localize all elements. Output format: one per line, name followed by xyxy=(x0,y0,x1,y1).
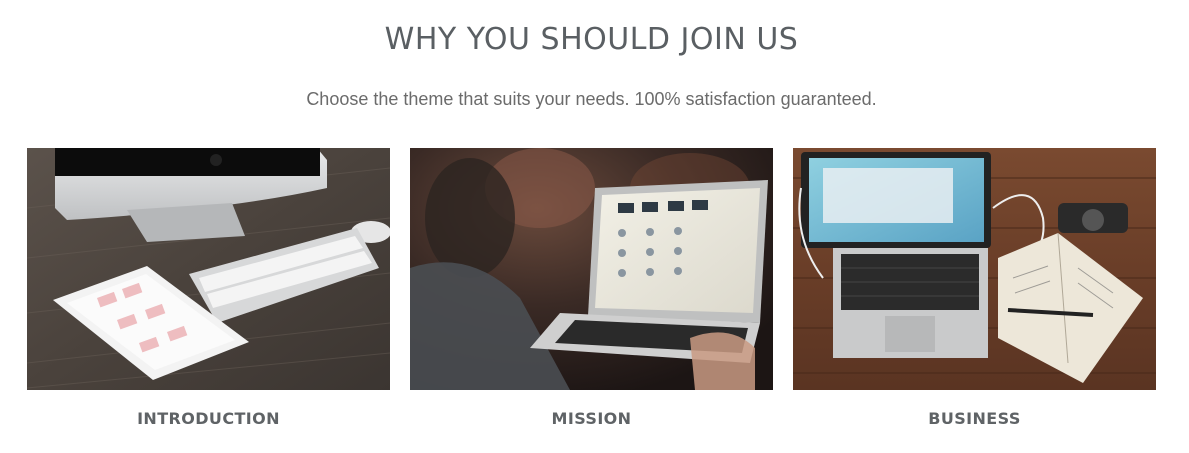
business-image[interactable] xyxy=(793,148,1156,390)
why-join-section: WHY YOU SHOULD JOIN US Choose the theme … xyxy=(0,0,1189,453)
introduction-image[interactable] xyxy=(27,148,390,390)
feature-card-mission[interactable]: MISSION xyxy=(410,148,773,428)
section-title: WHY YOU SHOULD JOIN US xyxy=(384,22,799,57)
feature-card-business[interactable]: BUSINESS xyxy=(793,148,1156,428)
feature-cards: INTRODUCTION MISSION BUSINESS xyxy=(27,148,1157,448)
section-subtitle: Choose the theme that suits your needs. … xyxy=(306,89,877,109)
feature-card-introduction[interactable]: INTRODUCTION xyxy=(27,148,390,428)
mission-image[interactable] xyxy=(410,148,773,390)
card-label-introduction[interactable]: INTRODUCTION xyxy=(27,409,390,428)
card-label-mission[interactable]: MISSION xyxy=(410,409,773,428)
card-label-business[interactable]: BUSINESS xyxy=(793,409,1156,428)
